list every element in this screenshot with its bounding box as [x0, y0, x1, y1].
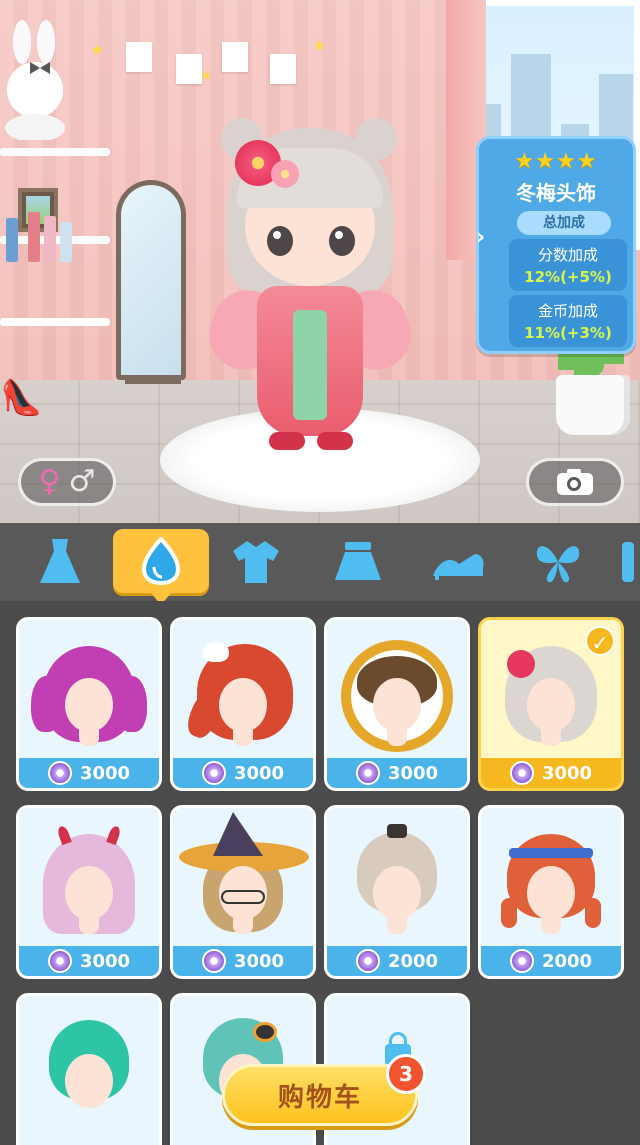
- dress-icon: [40, 539, 80, 583]
- item-price: 3000: [79, 762, 131, 784]
- room-scene: ★ ★ ★ 👠 ♀ ♂ › ★★★★ 冬梅头饰 总加成 分数加成 12%(+5%…: [0, 0, 640, 523]
- shirt-coin-icon: [47, 761, 72, 785]
- item-preview: [481, 808, 621, 948]
- more-icon: [622, 542, 634, 582]
- item-price: 3000: [387, 762, 439, 784]
- photo-bunting: ★ ★ ★: [90, 36, 327, 84]
- item-preview: [19, 996, 159, 1136]
- item-price: 3000: [79, 950, 131, 972]
- cart-label: 购物车: [277, 1082, 362, 1113]
- chevron-right-icon[interactable]: ›: [476, 225, 496, 265]
- tab-shoes[interactable]: [428, 533, 488, 591]
- price-bar: 3000: [19, 758, 159, 788]
- hair-item-card[interactable]: 2000: [324, 805, 470, 979]
- item-preview: [173, 620, 313, 760]
- tab-skirt[interactable]: [328, 533, 388, 591]
- hair-item-card-selected[interactable]: ✓ 3000: [478, 617, 624, 791]
- item-name: 冬梅头饰: [516, 181, 596, 205]
- category-tab-bar: [0, 523, 640, 605]
- cart-count-badge: 3: [386, 1054, 426, 1094]
- item-preview: [19, 620, 159, 760]
- shirt-coin-icon: [201, 949, 226, 973]
- hair-item-card[interactable]: 3000: [170, 805, 316, 979]
- item-preview: [327, 620, 467, 760]
- coin-bonus-box: 金币加成 11%(+3%): [509, 295, 627, 347]
- hair-item-card[interactable]: 3000: [324, 617, 470, 791]
- hair-icon: [141, 537, 181, 585]
- shoe-icon: [433, 554, 484, 580]
- shirt-coin-icon: [201, 761, 226, 785]
- item-price: 2000: [541, 950, 593, 972]
- price-bar: 2000: [327, 946, 467, 976]
- heels-icon: 👠: [0, 378, 43, 418]
- coin-bonus-label: 金币加成: [537, 302, 598, 320]
- price-bar: 3000: [173, 758, 313, 788]
- hair-item-card[interactable]: [16, 993, 162, 1145]
- shirt-coin-icon: [47, 949, 72, 973]
- item-price: 2000: [387, 950, 439, 972]
- shirt-coin-icon: [355, 949, 380, 973]
- tab-accessories[interactable]: [528, 533, 588, 591]
- butterfly-icon: [536, 546, 580, 583]
- price-bar: 3000: [19, 946, 159, 976]
- shirt-coin-icon: [509, 761, 534, 785]
- coin-bonus-value: 11%(+3%): [524, 324, 612, 342]
- tab-shirt[interactable]: [226, 533, 286, 591]
- item-price: 3000: [541, 762, 593, 784]
- item-info-panel: › ★★★★ 冬梅头饰 总加成 分数加成 12%(+5%) 金币加成 11%(+…: [476, 136, 636, 354]
- rarity-stars: ★★★★: [514, 149, 598, 174]
- item-price: 3000: [233, 950, 285, 972]
- camera-button[interactable]: [526, 458, 624, 506]
- hair-item-card[interactable]: 2000: [478, 805, 624, 979]
- shelf: [0, 148, 110, 156]
- player-avatar: [199, 118, 421, 463]
- item-preview: [173, 808, 313, 948]
- tab-hair[interactable]: [113, 529, 209, 605]
- hair-item-card[interactable]: 3000: [16, 805, 162, 979]
- skirt-icon: [335, 542, 381, 580]
- shirt-coin-icon: [355, 761, 380, 785]
- tab-dress[interactable]: [30, 533, 90, 591]
- item-price: 3000: [233, 762, 285, 784]
- price-bar: 3000: [173, 946, 313, 976]
- camera-icon: [557, 469, 593, 495]
- shirt-coin-icon: [509, 949, 534, 973]
- bunny-plush-icon: [5, 20, 65, 140]
- item-preview: [19, 808, 159, 948]
- hair-item-card[interactable]: 3000: [16, 617, 162, 791]
- score-bonus-box: 分数加成 12%(+5%): [509, 239, 627, 291]
- item-preview: [327, 808, 467, 948]
- price-bar: 2000: [481, 946, 621, 976]
- price-bar: 3000: [481, 758, 621, 788]
- checkmark-icon: ✓: [585, 626, 615, 656]
- price-bar: 3000: [327, 758, 467, 788]
- shirt-icon: [233, 541, 279, 583]
- male-icon: ♂: [68, 464, 96, 499]
- hair-item-card[interactable]: 3000: [170, 617, 316, 791]
- gender-toggle-button[interactable]: ♀ ♂: [18, 458, 116, 506]
- tab-more[interactable]: [622, 533, 640, 591]
- total-bonus-title: 总加成: [517, 211, 611, 235]
- score-bonus-value: 12%(+5%): [524, 268, 612, 286]
- female-icon: ♀: [38, 464, 61, 499]
- standing-mirror: [116, 180, 186, 380]
- shelf: [0, 318, 110, 326]
- score-bonus-label: 分数加成: [537, 246, 598, 264]
